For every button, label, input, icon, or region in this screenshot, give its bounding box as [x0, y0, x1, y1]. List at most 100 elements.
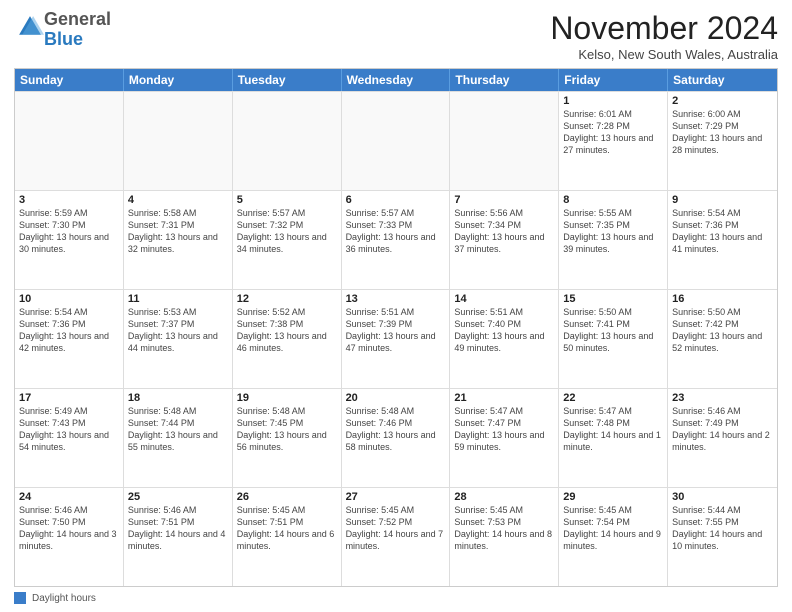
day-number: 9: [672, 194, 773, 206]
sunrise-text: Sunrise: 5:48 AM: [128, 405, 228, 417]
table-row: 5Sunrise: 5:57 AMSunset: 7:32 PMDaylight…: [233, 191, 342, 289]
daylight-text: Daylight: 13 hours and 52 minutes.: [672, 330, 773, 354]
daylight-text: Daylight: 13 hours and 55 minutes.: [128, 429, 228, 453]
daylight-text: Daylight: 13 hours and 42 minutes.: [19, 330, 119, 354]
sunrise-text: Sunrise: 5:44 AM: [672, 504, 773, 516]
table-row: 10Sunrise: 5:54 AMSunset: 7:36 PMDayligh…: [15, 290, 124, 388]
daylight-text: Daylight: 14 hours and 8 minutes.: [454, 528, 554, 552]
table-row: 22Sunrise: 5:47 AMSunset: 7:48 PMDayligh…: [559, 389, 668, 487]
sunrise-text: Sunrise: 5:50 AM: [563, 306, 663, 318]
sunset-text: Sunset: 7:51 PM: [237, 516, 337, 528]
day-number: 7: [454, 194, 554, 206]
sunrise-text: Sunrise: 5:45 AM: [563, 504, 663, 516]
day-number: 2: [672, 95, 773, 107]
sunset-text: Sunset: 7:54 PM: [563, 516, 663, 528]
daylight-text: Daylight: 13 hours and 36 minutes.: [346, 231, 446, 255]
logo-blue-text: Blue: [44, 29, 83, 49]
table-row: 29Sunrise: 5:45 AMSunset: 7:54 PMDayligh…: [559, 488, 668, 586]
sunrise-text: Sunrise: 5:50 AM: [672, 306, 773, 318]
daylight-text: Daylight: 14 hours and 9 minutes.: [563, 528, 663, 552]
daylight-text: Daylight: 13 hours and 28 minutes.: [672, 132, 773, 156]
week-row-5: 24Sunrise: 5:46 AMSunset: 7:50 PMDayligh…: [15, 487, 777, 586]
sunset-text: Sunset: 7:48 PM: [563, 417, 663, 429]
sunset-text: Sunset: 7:28 PM: [563, 120, 663, 132]
daylight-text: Daylight: 14 hours and 3 minutes.: [19, 528, 119, 552]
sunrise-text: Sunrise: 5:55 AM: [563, 207, 663, 219]
week-row-1: 1Sunrise: 6:01 AMSunset: 7:28 PMDaylight…: [15, 91, 777, 190]
header-day-monday: Monday: [124, 69, 233, 91]
day-number: 18: [128, 392, 228, 404]
table-row: 9Sunrise: 5:54 AMSunset: 7:36 PMDaylight…: [668, 191, 777, 289]
table-row: 26Sunrise: 5:45 AMSunset: 7:51 PMDayligh…: [233, 488, 342, 586]
header: General Blue November 2024 Kelso, New So…: [14, 10, 778, 62]
sunrise-text: Sunrise: 5:54 AM: [19, 306, 119, 318]
sunrise-text: Sunrise: 5:47 AM: [563, 405, 663, 417]
sunset-text: Sunset: 7:50 PM: [19, 516, 119, 528]
table-row: 16Sunrise: 5:50 AMSunset: 7:42 PMDayligh…: [668, 290, 777, 388]
daylight-text: Daylight: 13 hours and 56 minutes.: [237, 429, 337, 453]
table-row: 1Sunrise: 6:01 AMSunset: 7:28 PMDaylight…: [559, 92, 668, 190]
day-number: 30: [672, 491, 773, 503]
table-row: 8Sunrise: 5:55 AMSunset: 7:35 PMDaylight…: [559, 191, 668, 289]
header-day-thursday: Thursday: [450, 69, 559, 91]
daylight-text: Daylight: 14 hours and 10 minutes.: [672, 528, 773, 552]
day-number: 25: [128, 491, 228, 503]
day-number: 28: [454, 491, 554, 503]
sunrise-text: Sunrise: 5:48 AM: [237, 405, 337, 417]
day-number: 17: [19, 392, 119, 404]
sunset-text: Sunset: 7:47 PM: [454, 417, 554, 429]
sunset-text: Sunset: 7:29 PM: [672, 120, 773, 132]
daylight-text: Daylight: 13 hours and 54 minutes.: [19, 429, 119, 453]
sunset-text: Sunset: 7:46 PM: [346, 417, 446, 429]
day-number: 13: [346, 293, 446, 305]
sunrise-text: Sunrise: 5:51 AM: [346, 306, 446, 318]
sunset-text: Sunset: 7:39 PM: [346, 318, 446, 330]
calendar-body: 1Sunrise: 6:01 AMSunset: 7:28 PMDaylight…: [15, 91, 777, 586]
table-row: [233, 92, 342, 190]
sunrise-text: Sunrise: 5:45 AM: [346, 504, 446, 516]
table-row: 6Sunrise: 5:57 AMSunset: 7:33 PMDaylight…: [342, 191, 451, 289]
sunrise-text: Sunrise: 5:46 AM: [128, 504, 228, 516]
daylight-text: Daylight: 13 hours and 59 minutes.: [454, 429, 554, 453]
table-row: 2Sunrise: 6:00 AMSunset: 7:29 PMDaylight…: [668, 92, 777, 190]
header-day-wednesday: Wednesday: [342, 69, 451, 91]
sunset-text: Sunset: 7:49 PM: [672, 417, 773, 429]
sunset-text: Sunset: 7:33 PM: [346, 219, 446, 231]
table-row: 27Sunrise: 5:45 AMSunset: 7:52 PMDayligh…: [342, 488, 451, 586]
day-number: 3: [19, 194, 119, 206]
daylight-text: Daylight: 13 hours and 34 minutes.: [237, 231, 337, 255]
sunset-text: Sunset: 7:45 PM: [237, 417, 337, 429]
table-row: 25Sunrise: 5:46 AMSunset: 7:51 PMDayligh…: [124, 488, 233, 586]
sunset-text: Sunset: 7:32 PM: [237, 219, 337, 231]
day-number: 1: [563, 95, 663, 107]
table-row: 11Sunrise: 5:53 AMSunset: 7:37 PMDayligh…: [124, 290, 233, 388]
header-day-saturday: Saturday: [668, 69, 777, 91]
daylight-text: Daylight: 13 hours and 32 minutes.: [128, 231, 228, 255]
header-day-tuesday: Tuesday: [233, 69, 342, 91]
sunset-text: Sunset: 7:53 PM: [454, 516, 554, 528]
daylight-text: Daylight: 13 hours and 27 minutes.: [563, 132, 663, 156]
day-number: 27: [346, 491, 446, 503]
daylight-text: Daylight: 13 hours and 47 minutes.: [346, 330, 446, 354]
sunrise-text: Sunrise: 5:47 AM: [454, 405, 554, 417]
month-title: November 2024: [550, 10, 778, 47]
sunset-text: Sunset: 7:35 PM: [563, 219, 663, 231]
daylight-text: Daylight: 13 hours and 39 minutes.: [563, 231, 663, 255]
table-row: 30Sunrise: 5:44 AMSunset: 7:55 PMDayligh…: [668, 488, 777, 586]
calendar: SundayMondayTuesdayWednesdayThursdayFrid…: [14, 68, 778, 587]
sunset-text: Sunset: 7:38 PM: [237, 318, 337, 330]
sunrise-text: Sunrise: 6:00 AM: [672, 108, 773, 120]
sunrise-text: Sunrise: 5:45 AM: [237, 504, 337, 516]
table-row: [124, 92, 233, 190]
day-number: 16: [672, 293, 773, 305]
table-row: 24Sunrise: 5:46 AMSunset: 7:50 PMDayligh…: [15, 488, 124, 586]
table-row: 3Sunrise: 5:59 AMSunset: 7:30 PMDaylight…: [15, 191, 124, 289]
table-row: 19Sunrise: 5:48 AMSunset: 7:45 PMDayligh…: [233, 389, 342, 487]
table-row: [450, 92, 559, 190]
sunrise-text: Sunrise: 5:57 AM: [346, 207, 446, 219]
header-day-friday: Friday: [559, 69, 668, 91]
day-number: 29: [563, 491, 663, 503]
table-row: 4Sunrise: 5:58 AMSunset: 7:31 PMDaylight…: [124, 191, 233, 289]
sunset-text: Sunset: 7:31 PM: [128, 219, 228, 231]
day-number: 23: [672, 392, 773, 404]
